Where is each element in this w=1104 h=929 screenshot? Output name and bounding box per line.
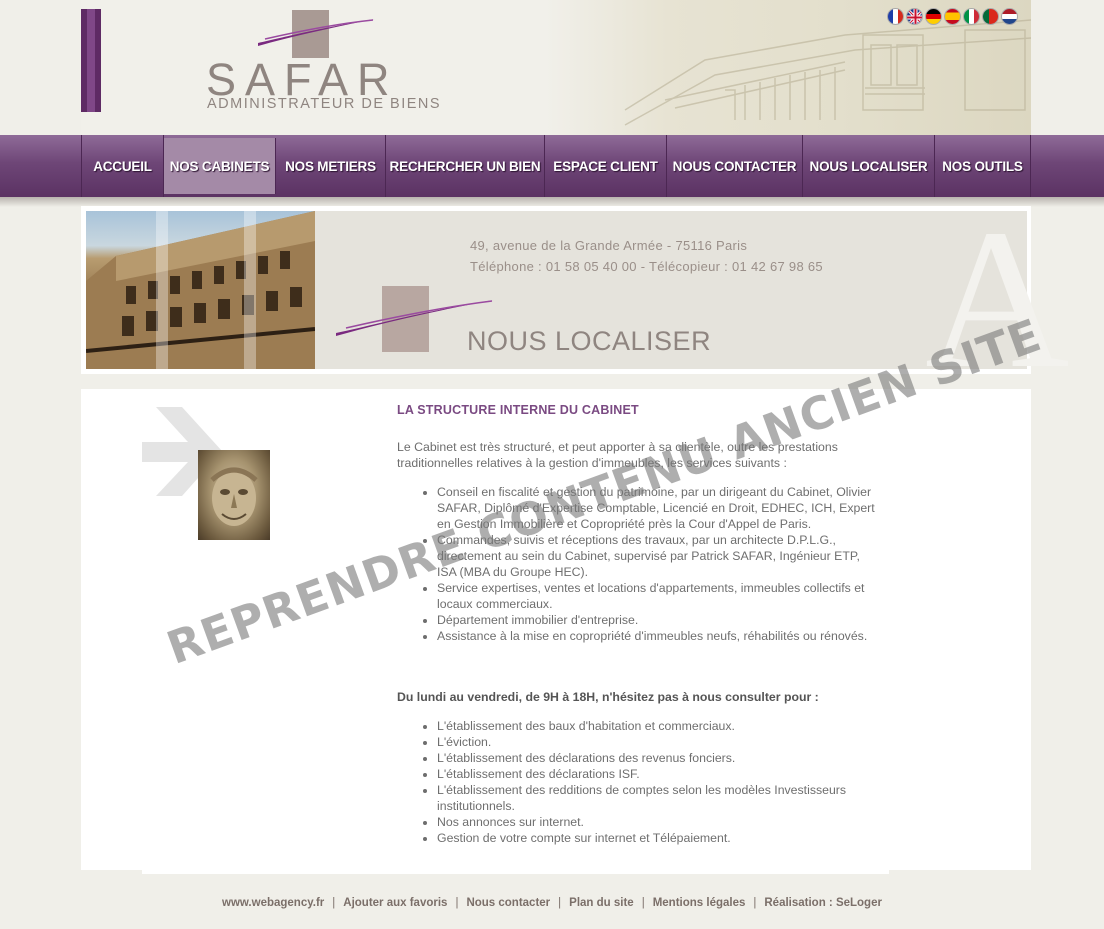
brand-accent-bar bbox=[81, 9, 101, 112]
office-address: 49, avenue de la Grande Armée - 75116 Pa… bbox=[470, 238, 748, 253]
logo-swoosh-icon bbox=[258, 19, 375, 46]
nav-nos-cabinets[interactable]: NOS CABINETS bbox=[164, 138, 276, 194]
footer-link-favoris[interactable]: Ajouter aux favoris bbox=[343, 897, 447, 909]
footer-separator: | bbox=[641, 897, 645, 909]
list-item: Département immobilier d'entreprise. bbox=[437, 612, 882, 628]
footer-link-plan-du-site[interactable]: Plan du site bbox=[569, 897, 634, 909]
footer-separator: | bbox=[455, 897, 459, 909]
sculpture-photo bbox=[198, 450, 270, 540]
en-flag-icon[interactable] bbox=[906, 8, 923, 25]
main-navigation: ACCUEIL NOS CABINETS NOS METIERS RECHERC… bbox=[81, 135, 1031, 197]
banner-building-photo bbox=[86, 211, 315, 369]
footer-link-realisation[interactable]: Réalisation : SeLoger bbox=[764, 897, 882, 909]
footer: www.webagency.fr | Ajouter aux favoris | Nou… bbox=[0, 897, 1104, 909]
fr-flag-icon[interactable] bbox=[887, 8, 904, 25]
it-flag-icon[interactable] bbox=[963, 8, 980, 25]
office-phone: Téléphone : 01 58 05 40 00 - Télécopieur… bbox=[470, 259, 823, 274]
list-item: L'établissement des redditions de compte… bbox=[437, 782, 882, 814]
list-item: L'établissement des baux d'habitation et… bbox=[437, 718, 882, 734]
hours-heading: Du lundi au vendredi, de 9H à 18H, n'hés… bbox=[397, 690, 819, 704]
list-item: Service expertises, ventes et locations … bbox=[437, 580, 882, 612]
list-item: L'établissement des déclarations ISF. bbox=[437, 766, 882, 782]
consult-list: L'établissement des baux d'habitation et… bbox=[397, 718, 882, 846]
de-flag-icon[interactable] bbox=[925, 8, 942, 25]
nav-accueil[interactable]: ACCUEIL bbox=[81, 135, 164, 197]
logo-subtitle: ADMINISTRATEUR DE BIENS bbox=[207, 96, 442, 112]
es-flag-icon[interactable] bbox=[944, 8, 961, 25]
footer-link-webagency[interactable]: www.webagency.fr bbox=[222, 897, 324, 909]
footer-separator: | bbox=[558, 897, 562, 909]
language-selector bbox=[887, 8, 1018, 25]
footer-separator: | bbox=[332, 897, 336, 909]
list-item: L'établissement des déclarations des rev… bbox=[437, 750, 882, 766]
footer-link-contact[interactable]: Nous contacter bbox=[466, 897, 550, 909]
pt-flag-icon[interactable] bbox=[982, 8, 999, 25]
list-item: Nos annonces sur internet. bbox=[437, 814, 882, 830]
footer-link-mentions-legales[interactable]: Mentions légales bbox=[653, 897, 746, 909]
banner-title: NOUS LOCALISER bbox=[467, 326, 712, 356]
nav-nos-outils[interactable]: NOS OUTILS bbox=[935, 135, 1031, 197]
footer-separator: | bbox=[753, 897, 757, 909]
nav-nous-localiser[interactable]: NOUS LOCALISER bbox=[803, 135, 935, 197]
nav-nous-contacter[interactable]: NOUS CONTACTER bbox=[667, 135, 803, 197]
nav-nos-metiers[interactable]: NOS METIERS bbox=[276, 135, 386, 197]
list-item: Gestion de votre compte sur internet et … bbox=[437, 830, 882, 846]
list-item: Assistance à la mise en copropriété d'im… bbox=[437, 628, 882, 644]
list-item: L'éviction. bbox=[437, 734, 882, 750]
nav-rechercher-un-bien[interactable]: RECHERCHER UN BIEN bbox=[386, 135, 545, 197]
nav-espace-client[interactable]: ESPACE CLIENT bbox=[545, 135, 667, 197]
nl-flag-icon[interactable] bbox=[1001, 8, 1018, 25]
